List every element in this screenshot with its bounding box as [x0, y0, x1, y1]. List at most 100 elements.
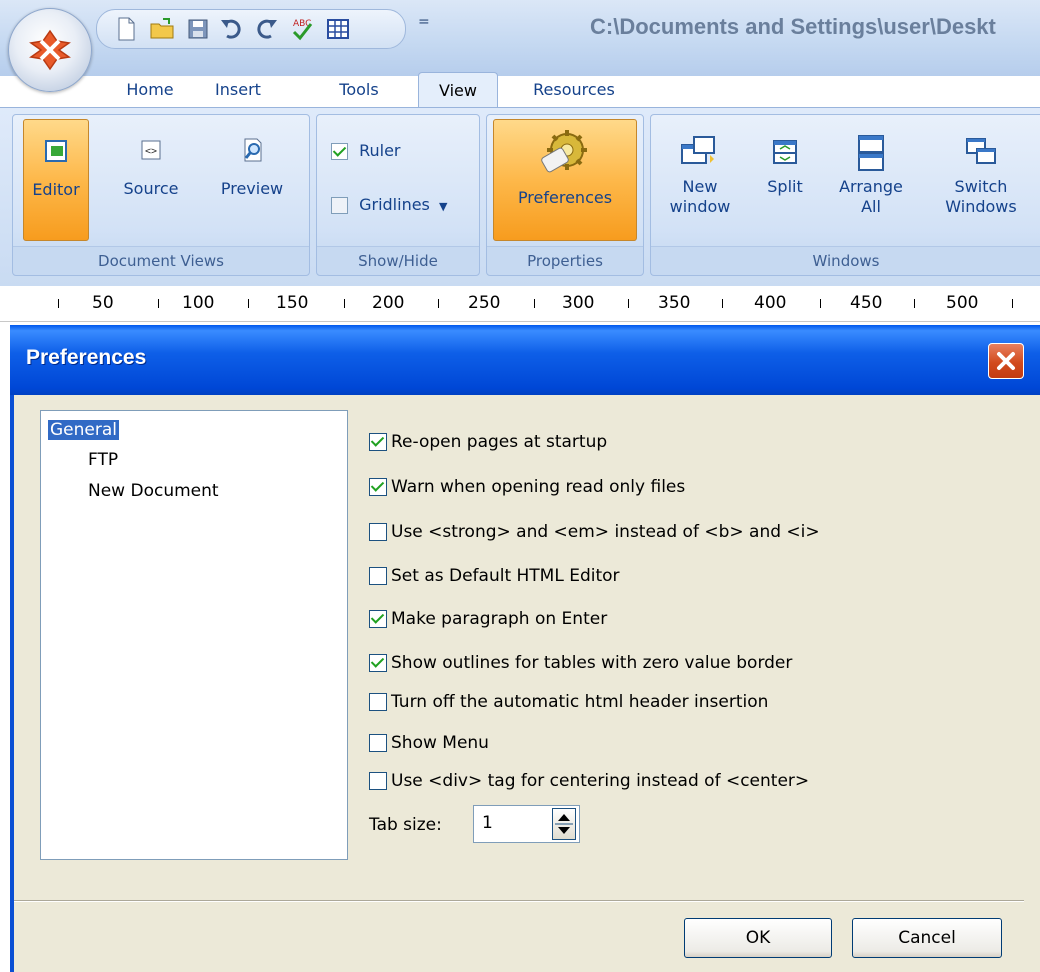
ruler-tick [628, 299, 629, 308]
editor-label: Editor [32, 180, 80, 199]
option-default-html-editor[interactable]: Set as Default HTML Editor [369, 564, 620, 588]
undo-icon[interactable] [219, 16, 245, 42]
new-window-label-2: window [669, 197, 731, 216]
option-use-strong-em[interactable]: Use <strong> and <em> instead of <b> and… [369, 520, 820, 544]
new-document-icon[interactable] [113, 16, 139, 42]
ruler-label: 500 [946, 293, 979, 313]
dialog-close-button[interactable] [988, 343, 1024, 379]
ok-button[interactable]: OK [684, 918, 832, 958]
ruler-toggle[interactable]: Ruler [331, 141, 401, 165]
preferences-label: Preferences [517, 188, 613, 207]
ruler-tick [914, 299, 915, 308]
warn-read-only-label: Warn when opening read only files [391, 477, 686, 497]
switch-windows-icon [966, 138, 996, 164]
use-strong-em-checkbox[interactable] [369, 523, 387, 541]
preview-view-button[interactable]: Preview [209, 119, 295, 239]
group-document-views: Editor <> Source Preview Document Views [12, 114, 310, 276]
preferences-category-tree[interactable] [40, 410, 348, 860]
preferences-button[interactable]: Preferences [493, 119, 637, 241]
dialog-title-bar[interactable] [10, 325, 1040, 395]
group-windows: New window Split Arrange All Switch Wind… [650, 114, 1040, 276]
ruler-tick [722, 299, 723, 308]
tab-size-spinner[interactable] [552, 808, 576, 840]
ruler-tick [248, 299, 249, 308]
ruler-label: 300 [562, 293, 595, 313]
arrange-all-label-2: All [861, 197, 881, 216]
redo-icon[interactable] [253, 16, 279, 42]
ruler-label: 150 [276, 293, 309, 313]
customize-qat-button[interactable]: = [418, 14, 430, 30]
switch-windows-label-2: Windows [945, 197, 1017, 216]
div-centering-checkbox[interactable] [369, 772, 387, 790]
arrange-all-button[interactable]: Arrange All [831, 123, 911, 243]
group-label-properties: Properties [487, 246, 643, 275]
ruler-label: 350 [658, 293, 691, 313]
source-code-icon: <> [141, 140, 161, 160]
gridlines-toggle[interactable]: Gridlines ▼ [331, 195, 447, 219]
preview-label: Preview [220, 179, 284, 198]
split-label: Split [767, 177, 803, 196]
default-html-editor-label: Set as Default HTML Editor [391, 566, 620, 586]
spellcheck-icon[interactable]: ABC [289, 16, 315, 42]
ruler-label: 100 [182, 293, 215, 313]
tree-item-new-document[interactable]: New Document [88, 481, 219, 501]
option-header-insertion[interactable]: Turn off the automatic html header inser… [369, 690, 768, 714]
option-warn-read-only[interactable]: Warn when opening read only files [369, 475, 685, 499]
save-icon[interactable] [185, 16, 211, 42]
table-icon[interactable] [325, 16, 351, 42]
ruler-label: 450 [850, 293, 883, 313]
switch-windows-button[interactable]: Switch Windows [935, 123, 1027, 243]
spinner-arrows-icon [555, 814, 573, 834]
source-view-button[interactable]: <> Source [111, 119, 191, 239]
reopen-pages-checkbox[interactable] [369, 433, 387, 451]
ruler-label: 400 [754, 293, 787, 313]
show-table-outlines-checkbox[interactable] [369, 654, 387, 672]
new-window-button[interactable]: New window [665, 123, 735, 243]
warn-read-only-checkbox[interactable] [369, 478, 387, 496]
svg-text:<>: <> [145, 146, 157, 157]
ruler-tick [820, 299, 821, 308]
option-show-menu[interactable]: Show Menu [369, 731, 489, 755]
editor-view-button[interactable]: Editor [23, 119, 89, 241]
source-label: Source [123, 179, 179, 198]
gridlines-dropdown-arrow-icon[interactable]: ▼ [439, 200, 447, 213]
group-label-windows: Windows [651, 246, 1040, 275]
ruler-label: 200 [372, 293, 405, 313]
paragraph-on-enter-checkbox[interactable] [369, 610, 387, 628]
tab-size-value[interactable]: 1 [482, 813, 493, 833]
ruler-checkbox[interactable] [331, 143, 348, 160]
tab-home[interactable]: Home [114, 72, 186, 108]
ruler-tick [1012, 299, 1013, 308]
option-show-table-outlines[interactable]: Show outlines for tables with zero value… [369, 651, 792, 675]
tab-insert[interactable]: Insert [198, 72, 278, 108]
ruler: 50 100 150 200 250 300 350 400 450 500 [0, 287, 1040, 322]
ruler-label: Ruler [359, 141, 401, 160]
ruler-tick [534, 299, 535, 308]
tab-resources[interactable]: Resources [518, 72, 630, 108]
split-button[interactable]: Split [755, 123, 815, 243]
tab-view[interactable]: View [418, 72, 498, 109]
group-label-document-views: Document Views [13, 246, 309, 275]
ruler-tick [344, 299, 345, 308]
group-properties: Preferences Properties [486, 114, 644, 276]
dialog-separator [14, 900, 1024, 902]
gridlines-checkbox[interactable] [331, 197, 348, 214]
option-paragraph-on-enter[interactable]: Make paragraph on Enter [369, 607, 607, 631]
header-insertion-checkbox[interactable] [369, 693, 387, 711]
tree-item-ftp[interactable]: FTP [88, 450, 118, 470]
ruler-label: 250 [468, 293, 501, 313]
option-div-centering[interactable]: Use <div> tag for centering instead of <… [369, 769, 809, 793]
default-html-editor-checkbox[interactable] [369, 567, 387, 585]
tab-tools[interactable]: Tools [326, 72, 392, 108]
quick-access-toolbar: ABC [96, 9, 406, 49]
cancel-button[interactable]: Cancel [852, 918, 1002, 958]
header-insertion-label: Turn off the automatic html header inser… [391, 692, 769, 712]
open-folder-icon[interactable] [149, 16, 175, 42]
window-title: C:\Documents and Settings\user\Deskt [590, 14, 996, 39]
application-menu-button[interactable] [8, 8, 92, 92]
reopen-pages-label: Re-open pages at startup [391, 432, 608, 452]
tree-item-general[interactable]: General [48, 420, 119, 440]
use-strong-em-label: Use <strong> and <em> instead of <b> and… [391, 522, 820, 542]
show-menu-checkbox[interactable] [369, 734, 387, 752]
option-reopen-pages[interactable]: Re-open pages at startup [369, 430, 607, 454]
